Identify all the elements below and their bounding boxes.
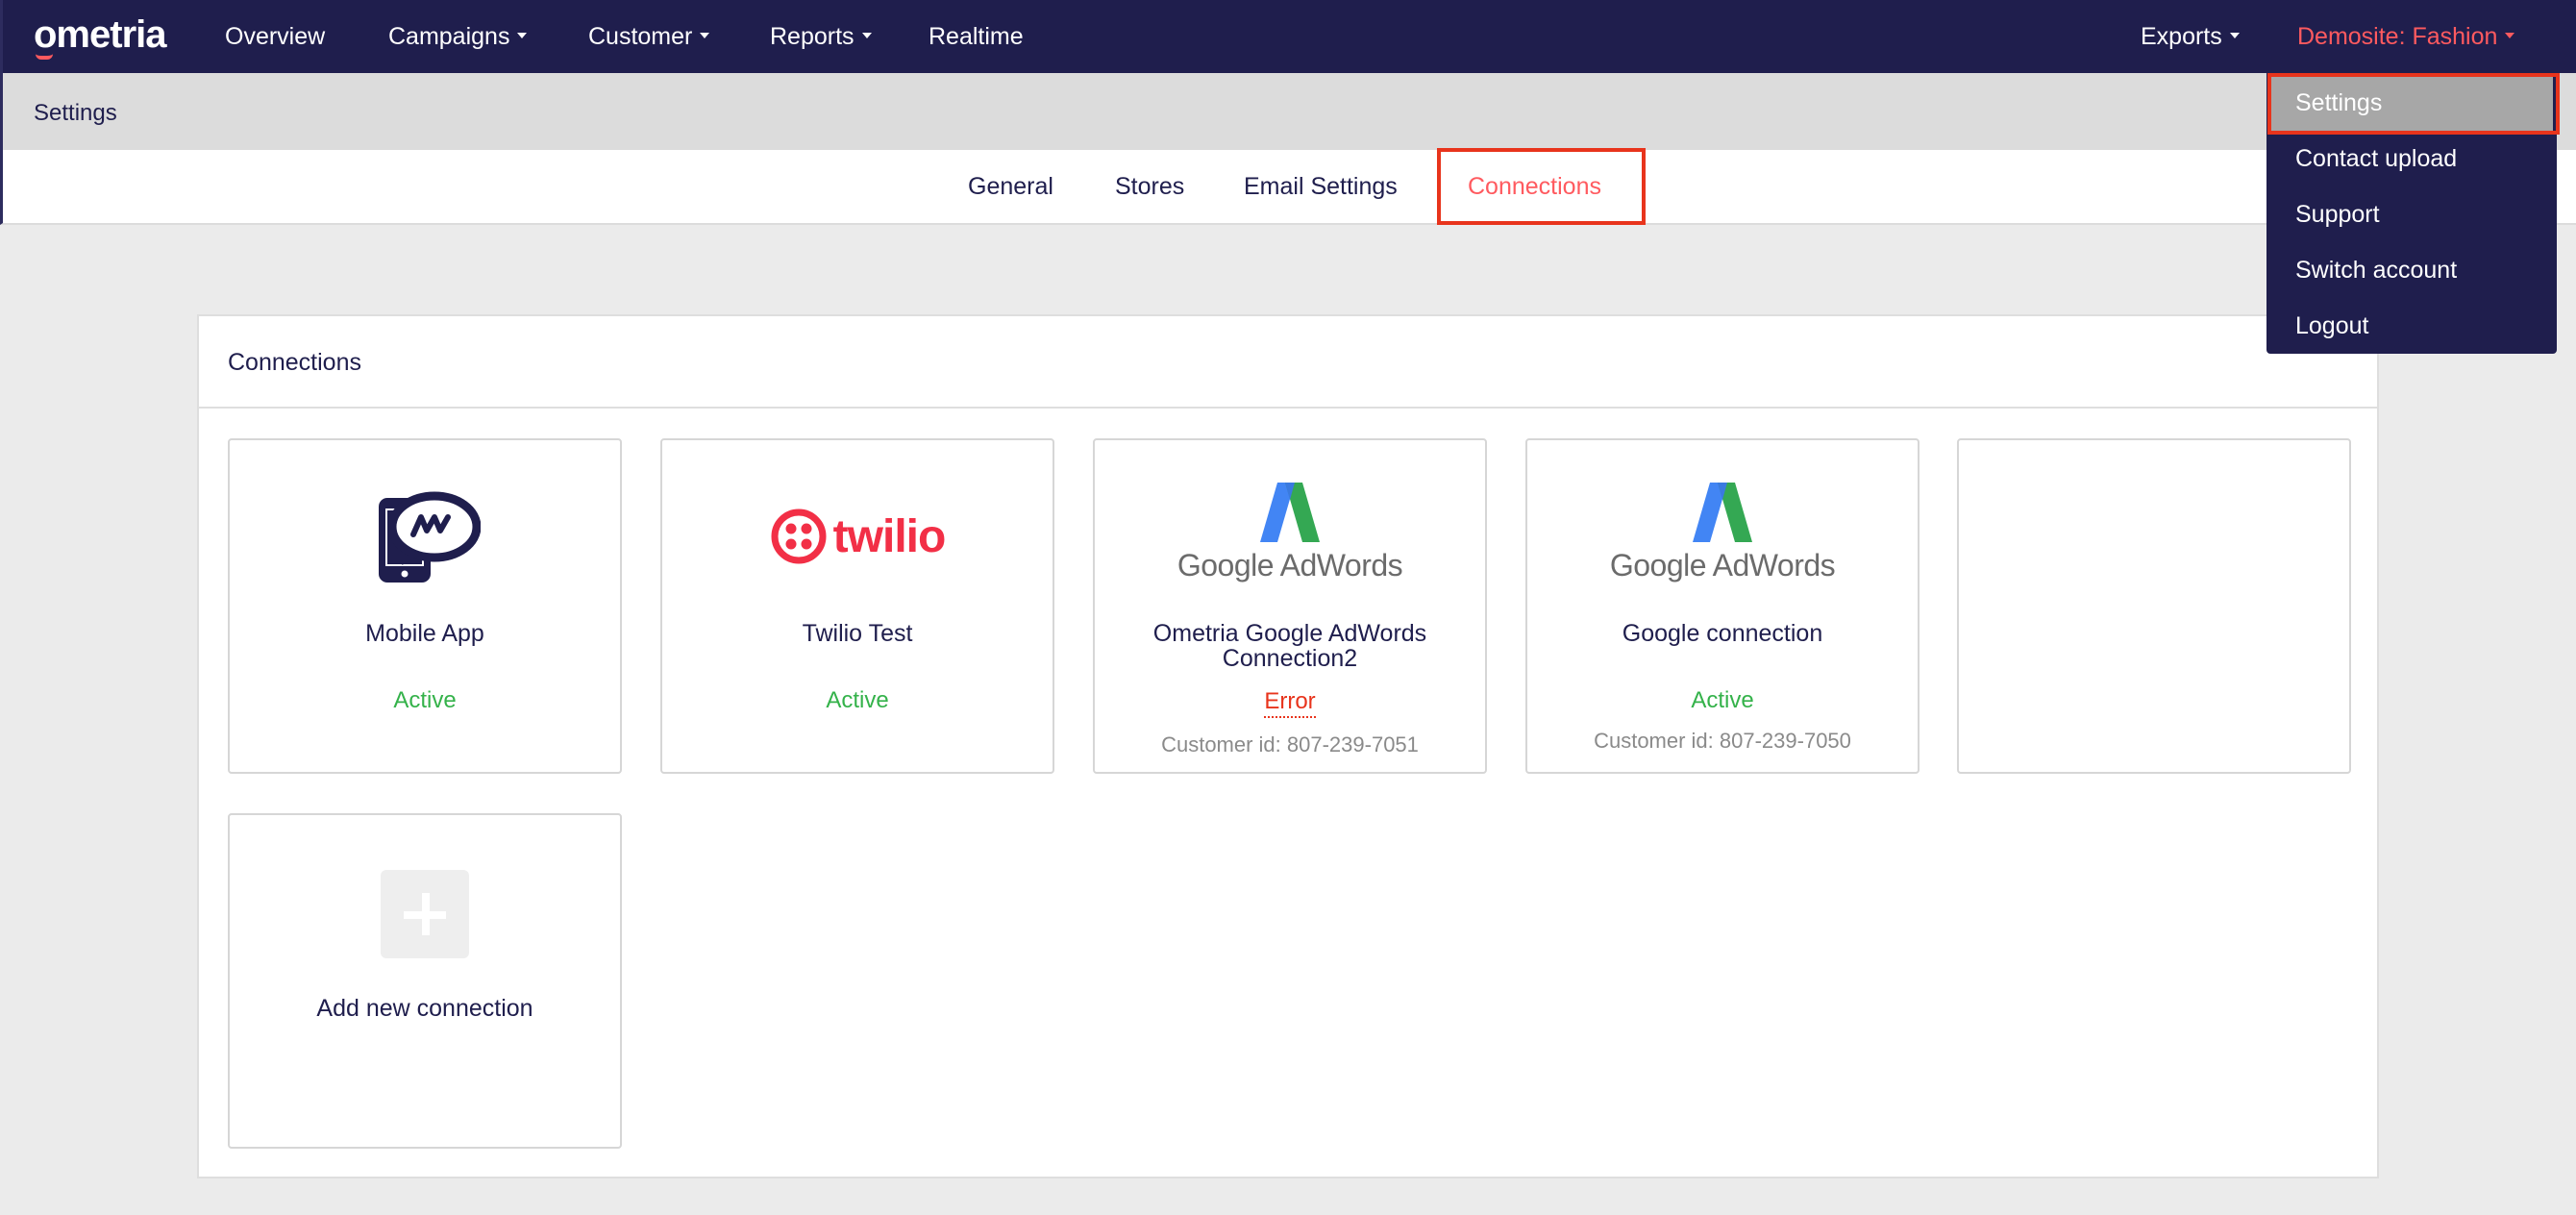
top-nav: ometria Overview Campaigns Customer Repo… xyxy=(0,0,2576,73)
nav-realtime-label: Realtime xyxy=(929,23,1024,50)
menu-item-contact-upload[interactable]: Contact upload xyxy=(2295,145,2457,173)
connections-panel: Connections Mobile App Active twilio Twi… xyxy=(197,314,2379,1178)
plus-icon xyxy=(381,870,469,958)
adwords-wordmark: Google AdWords xyxy=(1177,547,1403,583)
settings-subheader: Settings xyxy=(0,73,2576,150)
nav-reports[interactable]: Reports xyxy=(770,23,872,51)
nav-campaigns[interactable]: Campaigns xyxy=(388,23,528,51)
card-icon-area: twilio xyxy=(662,440,1053,604)
mobile-app-icon xyxy=(379,491,481,583)
page-title: Settings xyxy=(34,100,117,126)
nav-customer-label: Customer xyxy=(588,23,693,50)
ometria-logo[interactable]: ometria xyxy=(34,13,166,57)
adwords-mark-icon xyxy=(1260,482,1320,542)
customer-id: Customer id: 807-239-7051 xyxy=(1161,732,1419,756)
nav-reports-label: Reports xyxy=(770,23,855,50)
add-connection-label: Add new connection xyxy=(316,995,533,1022)
menu-item-settings-highlight xyxy=(2267,73,2560,135)
nav-overview-label: Overview xyxy=(225,23,326,50)
panel-header: Connections xyxy=(199,316,2377,409)
nav-customer[interactable]: Customer xyxy=(588,23,710,51)
card-status: Active xyxy=(826,687,889,713)
tab-stores[interactable]: Stores xyxy=(1115,173,1184,201)
card-icon-area xyxy=(230,440,620,604)
google-adwords-logo: Google AdWords xyxy=(1527,440,1918,604)
card-name: Ometria Google AdWords Connection2 xyxy=(1152,620,1427,672)
menu-item-switch-account[interactable]: Switch account xyxy=(2295,257,2457,285)
nav-overview[interactable]: Overview xyxy=(225,23,325,51)
nav-realtime[interactable]: Realtime xyxy=(929,23,1024,51)
adwords-mark-icon xyxy=(1693,482,1752,542)
caret-down-icon xyxy=(700,33,710,39)
nav-account-label: Demosite: Fashion xyxy=(2297,23,2498,50)
caret-down-icon xyxy=(517,33,528,39)
twilio-wordmark: twilio xyxy=(832,510,947,562)
connection-card-google-adwords-connection2[interactable]: Google AdWords Ometria Google AdWords Co… xyxy=(1093,438,1487,774)
google-adwords-logo: Google AdWords xyxy=(1095,440,1485,604)
nav-exports-label: Exports xyxy=(2141,23,2222,50)
caret-down-icon xyxy=(861,33,872,39)
card-status: Active xyxy=(1691,687,1754,713)
card-name: Google connection xyxy=(1622,620,1823,647)
twilio-mark-icon xyxy=(771,508,827,564)
card-status: Active xyxy=(393,687,457,713)
connection-card-mobile-app[interactable]: Mobile App Active xyxy=(228,438,622,774)
card-name: Twilio Test xyxy=(802,620,913,647)
panel-title: Connections xyxy=(228,349,361,376)
caret-down-icon xyxy=(2505,33,2515,39)
add-connection-card[interactable]: Add new connection xyxy=(228,813,622,1149)
tab-email-settings[interactable]: Email Settings xyxy=(1244,173,1398,201)
nav-exports[interactable]: Exports xyxy=(2141,23,2240,51)
customer-id: Customer id: 807-239-7050 xyxy=(1594,729,1851,753)
menu-item-support[interactable]: Support xyxy=(2295,201,2380,229)
adwords-wordmark: Google AdWords xyxy=(1609,547,1836,583)
settings-tabs: General Stores Email Settings Connection… xyxy=(0,150,2576,225)
tab-general[interactable]: General xyxy=(968,173,1053,201)
menu-item-logout[interactable]: Logout xyxy=(2295,312,2368,340)
connection-card-empty[interactable] xyxy=(1957,438,2351,774)
caret-down-icon xyxy=(2229,33,2240,39)
card-status[interactable]: Error xyxy=(1095,688,1485,718)
card-status-label: Error xyxy=(1264,688,1316,718)
card-icon-area xyxy=(230,815,620,979)
nav-account-menu[interactable]: Demosite: Fashion xyxy=(2297,23,2515,51)
card-name: Mobile App xyxy=(365,620,484,647)
nav-campaigns-label: Campaigns xyxy=(388,23,510,50)
logo-swoosh xyxy=(36,54,53,60)
connection-card-twilio-test[interactable]: twilio Twilio Test Active xyxy=(660,438,1054,774)
twilio-logo: twilio xyxy=(770,508,946,565)
tab-connections-highlight xyxy=(1437,148,1646,225)
connection-card-google-connection[interactable]: Google AdWords Google connection Active … xyxy=(1525,438,1920,774)
